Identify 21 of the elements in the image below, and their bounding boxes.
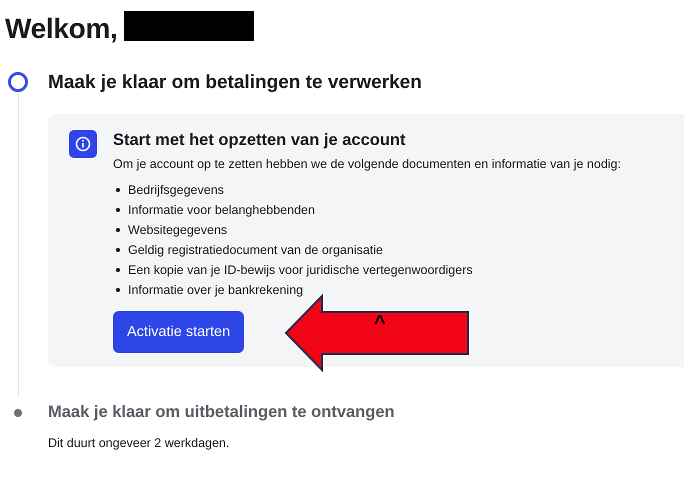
welcome-heading: Welkom, (5, 13, 118, 45)
step-title: Maak je klaar om uitbetalingen te ontvangen (48, 403, 395, 422)
list-item: Websitegegevens (128, 223, 228, 237)
card-description: Om je account op te zetten hebben we de volgende documenten en informatie van je nodig: (113, 157, 621, 171)
step-title: Maak je klaar om betalingen te verwerken (48, 72, 423, 94)
list-item: Bedrijfsgegevens (128, 183, 224, 197)
bullet-dot (116, 288, 120, 292)
annotation-label: ^ (374, 312, 386, 335)
activation-button[interactable]: Activatie starten (113, 311, 244, 353)
step-description: Dit duurt ongeveer 2 werkdagen. (48, 436, 230, 450)
card-title: Start met het opzetten van je account (113, 131, 406, 150)
bullet-dot (116, 188, 120, 192)
info-icon (69, 130, 97, 158)
bullet-dot (116, 208, 120, 212)
list-item: Informatie voor belanghebbenden (128, 203, 315, 217)
list-item: Informatie over je bankrekening (128, 283, 304, 297)
bullet-dot (116, 268, 120, 272)
list-item: Een kopie van je ID-bewijs voor juridische vertegenwoordigers (128, 263, 473, 277)
bullet-dot (116, 228, 120, 232)
bullet-dot (116, 248, 120, 252)
list-item: Geldig registratiedocument van de organisatie (128, 243, 384, 257)
